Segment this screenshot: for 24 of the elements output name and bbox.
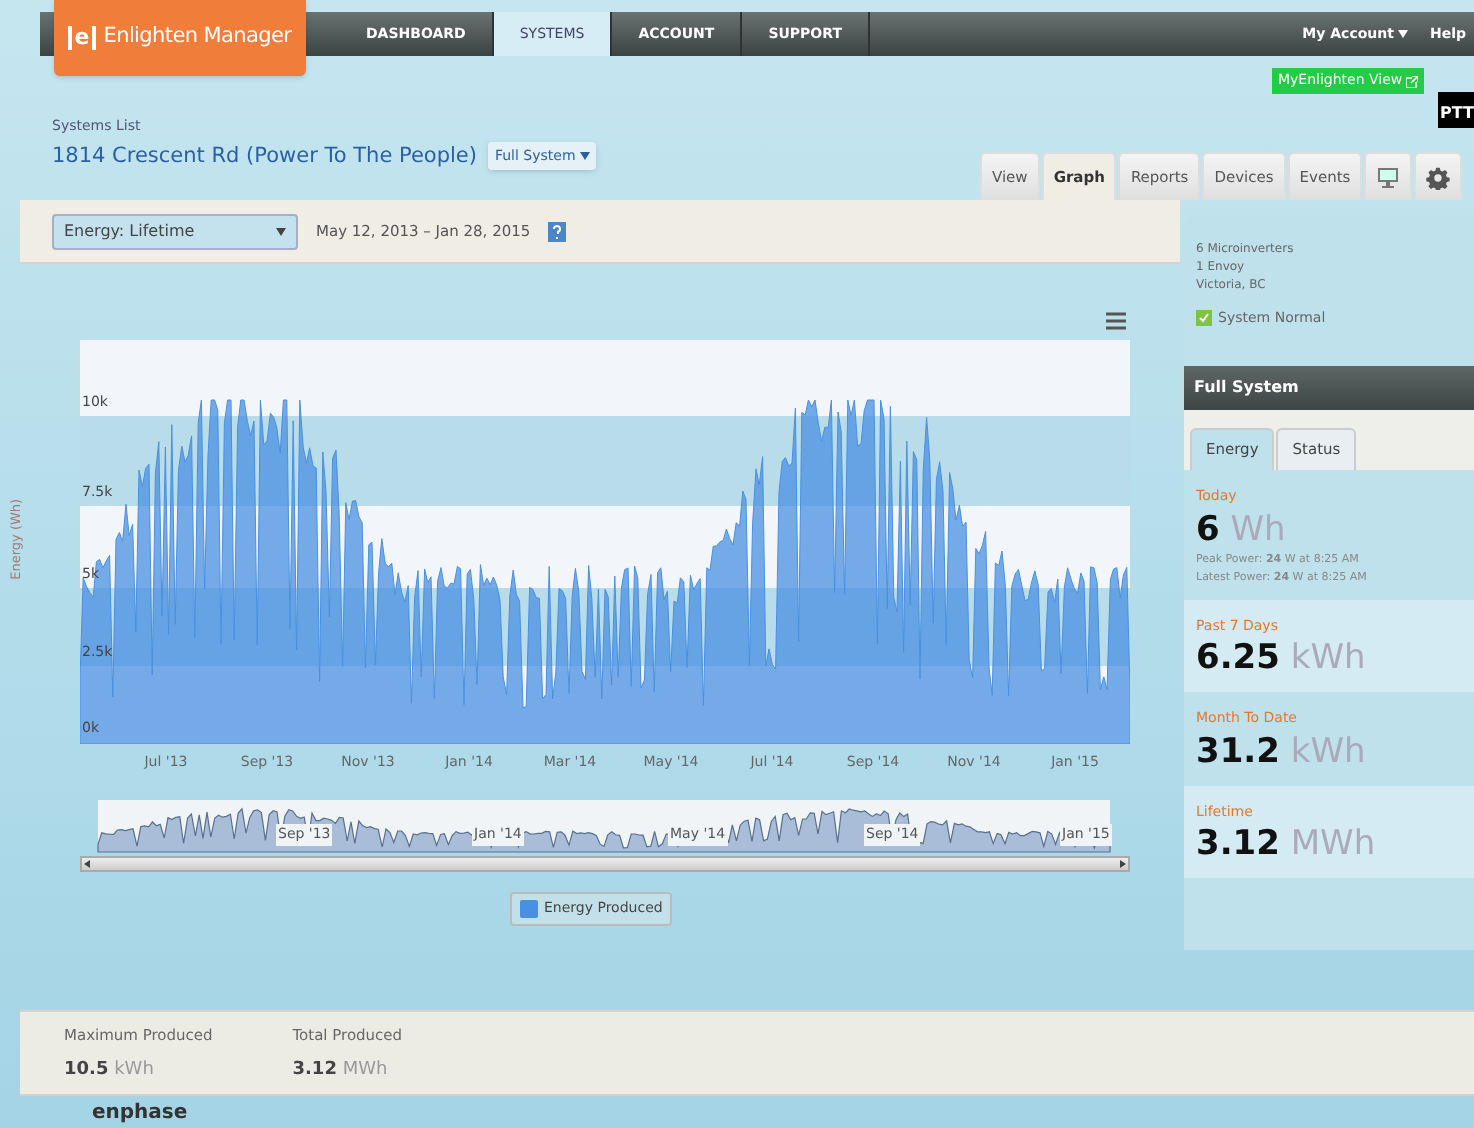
scroll-left-icon[interactable] (82, 858, 94, 870)
monitor-tab[interactable] (1364, 152, 1413, 200)
settings-tab[interactable] (1414, 152, 1463, 200)
logo-mark: e (68, 26, 96, 50)
stat-value: 3.12 MWh (1196, 822, 1378, 866)
monitor-icon (1376, 165, 1401, 189)
scroll-right-icon[interactable] (1116, 858, 1128, 870)
logo-text: Enlighten Manager (103, 22, 292, 53)
system-title: 1814 Crescent Rd (Power To The People) (52, 141, 477, 171)
menu-icon[interactable] (1106, 312, 1126, 330)
footer-logo: enphase (92, 1104, 188, 1124)
caret-icon (1397, 30, 1408, 38)
summary-value: 3.12 MWh (292, 1058, 390, 1085)
stat-value: 6.25 kWh (1196, 636, 1368, 680)
range-select[interactable]: Energy: Lifetime (52, 213, 298, 249)
summary-value: 10.5 kWh (64, 1058, 156, 1085)
external-link-icon (1406, 75, 1419, 87)
panel-header: Full System (1184, 366, 1474, 410)
scrollbar[interactable] (80, 856, 1130, 872)
caret-icon (276, 227, 286, 235)
brand-badge: PTT (1438, 92, 1474, 128)
help-icon[interactable] (548, 221, 567, 241)
caret-icon (579, 152, 590, 161)
gear-icon (1426, 165, 1451, 189)
